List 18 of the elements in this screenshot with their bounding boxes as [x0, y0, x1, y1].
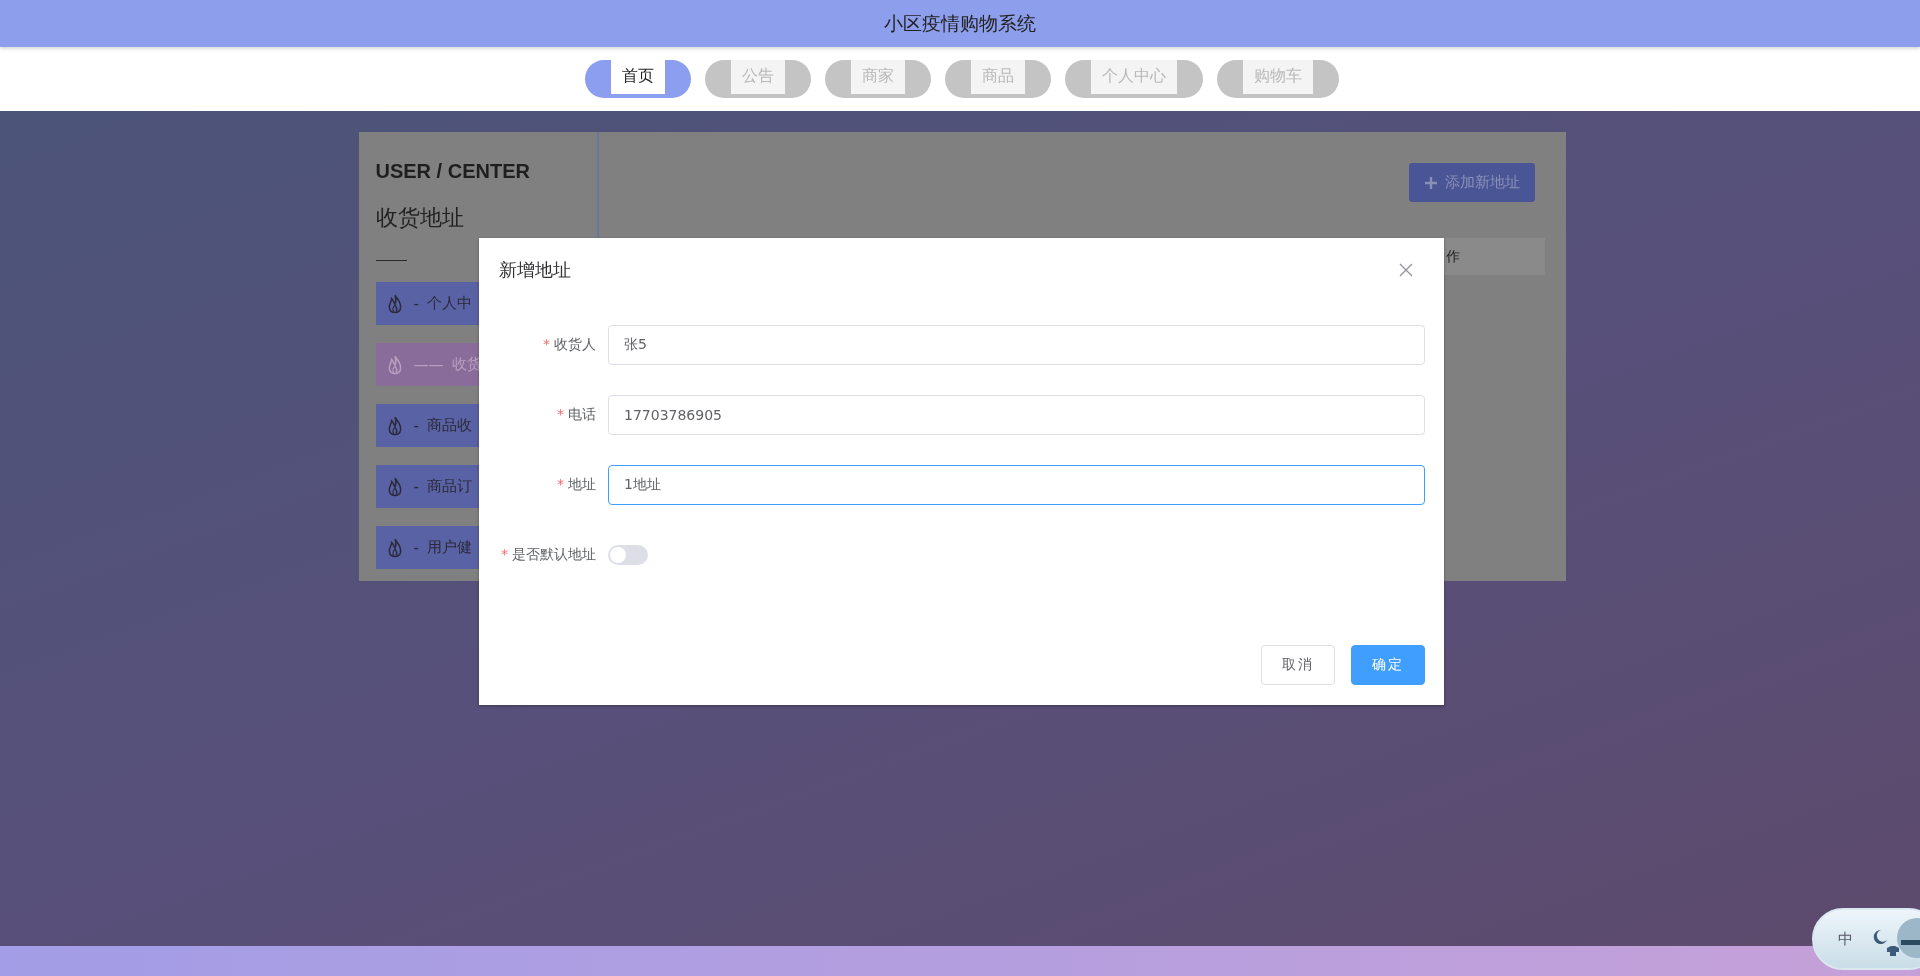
item-label: 个人中	[426, 294, 472, 313]
section-title: 收货地址	[375, 204, 464, 232]
item-label: 商品订	[426, 477, 472, 496]
item-label: 商品收	[426, 416, 472, 435]
item-dash: -	[413, 538, 419, 557]
field-label: * 收货人	[542, 336, 597, 354]
site-title: 小区疫情购物系统	[884, 10, 1036, 36]
dialog-title: 新增地址	[499, 258, 571, 282]
item-dash: -	[413, 294, 419, 313]
field-label: * 是否默认地址	[500, 546, 597, 564]
item-dash: -	[413, 477, 419, 496]
item-label: 用户健	[426, 538, 472, 557]
column-header: 作	[1444, 247, 1461, 266]
item-dash: ——	[413, 355, 444, 374]
item-dash: -	[413, 416, 419, 435]
field-label: * 电话	[556, 406, 597, 424]
section-heading: USER / CENTER	[375, 160, 531, 183]
field-label: * 地址	[556, 476, 597, 494]
